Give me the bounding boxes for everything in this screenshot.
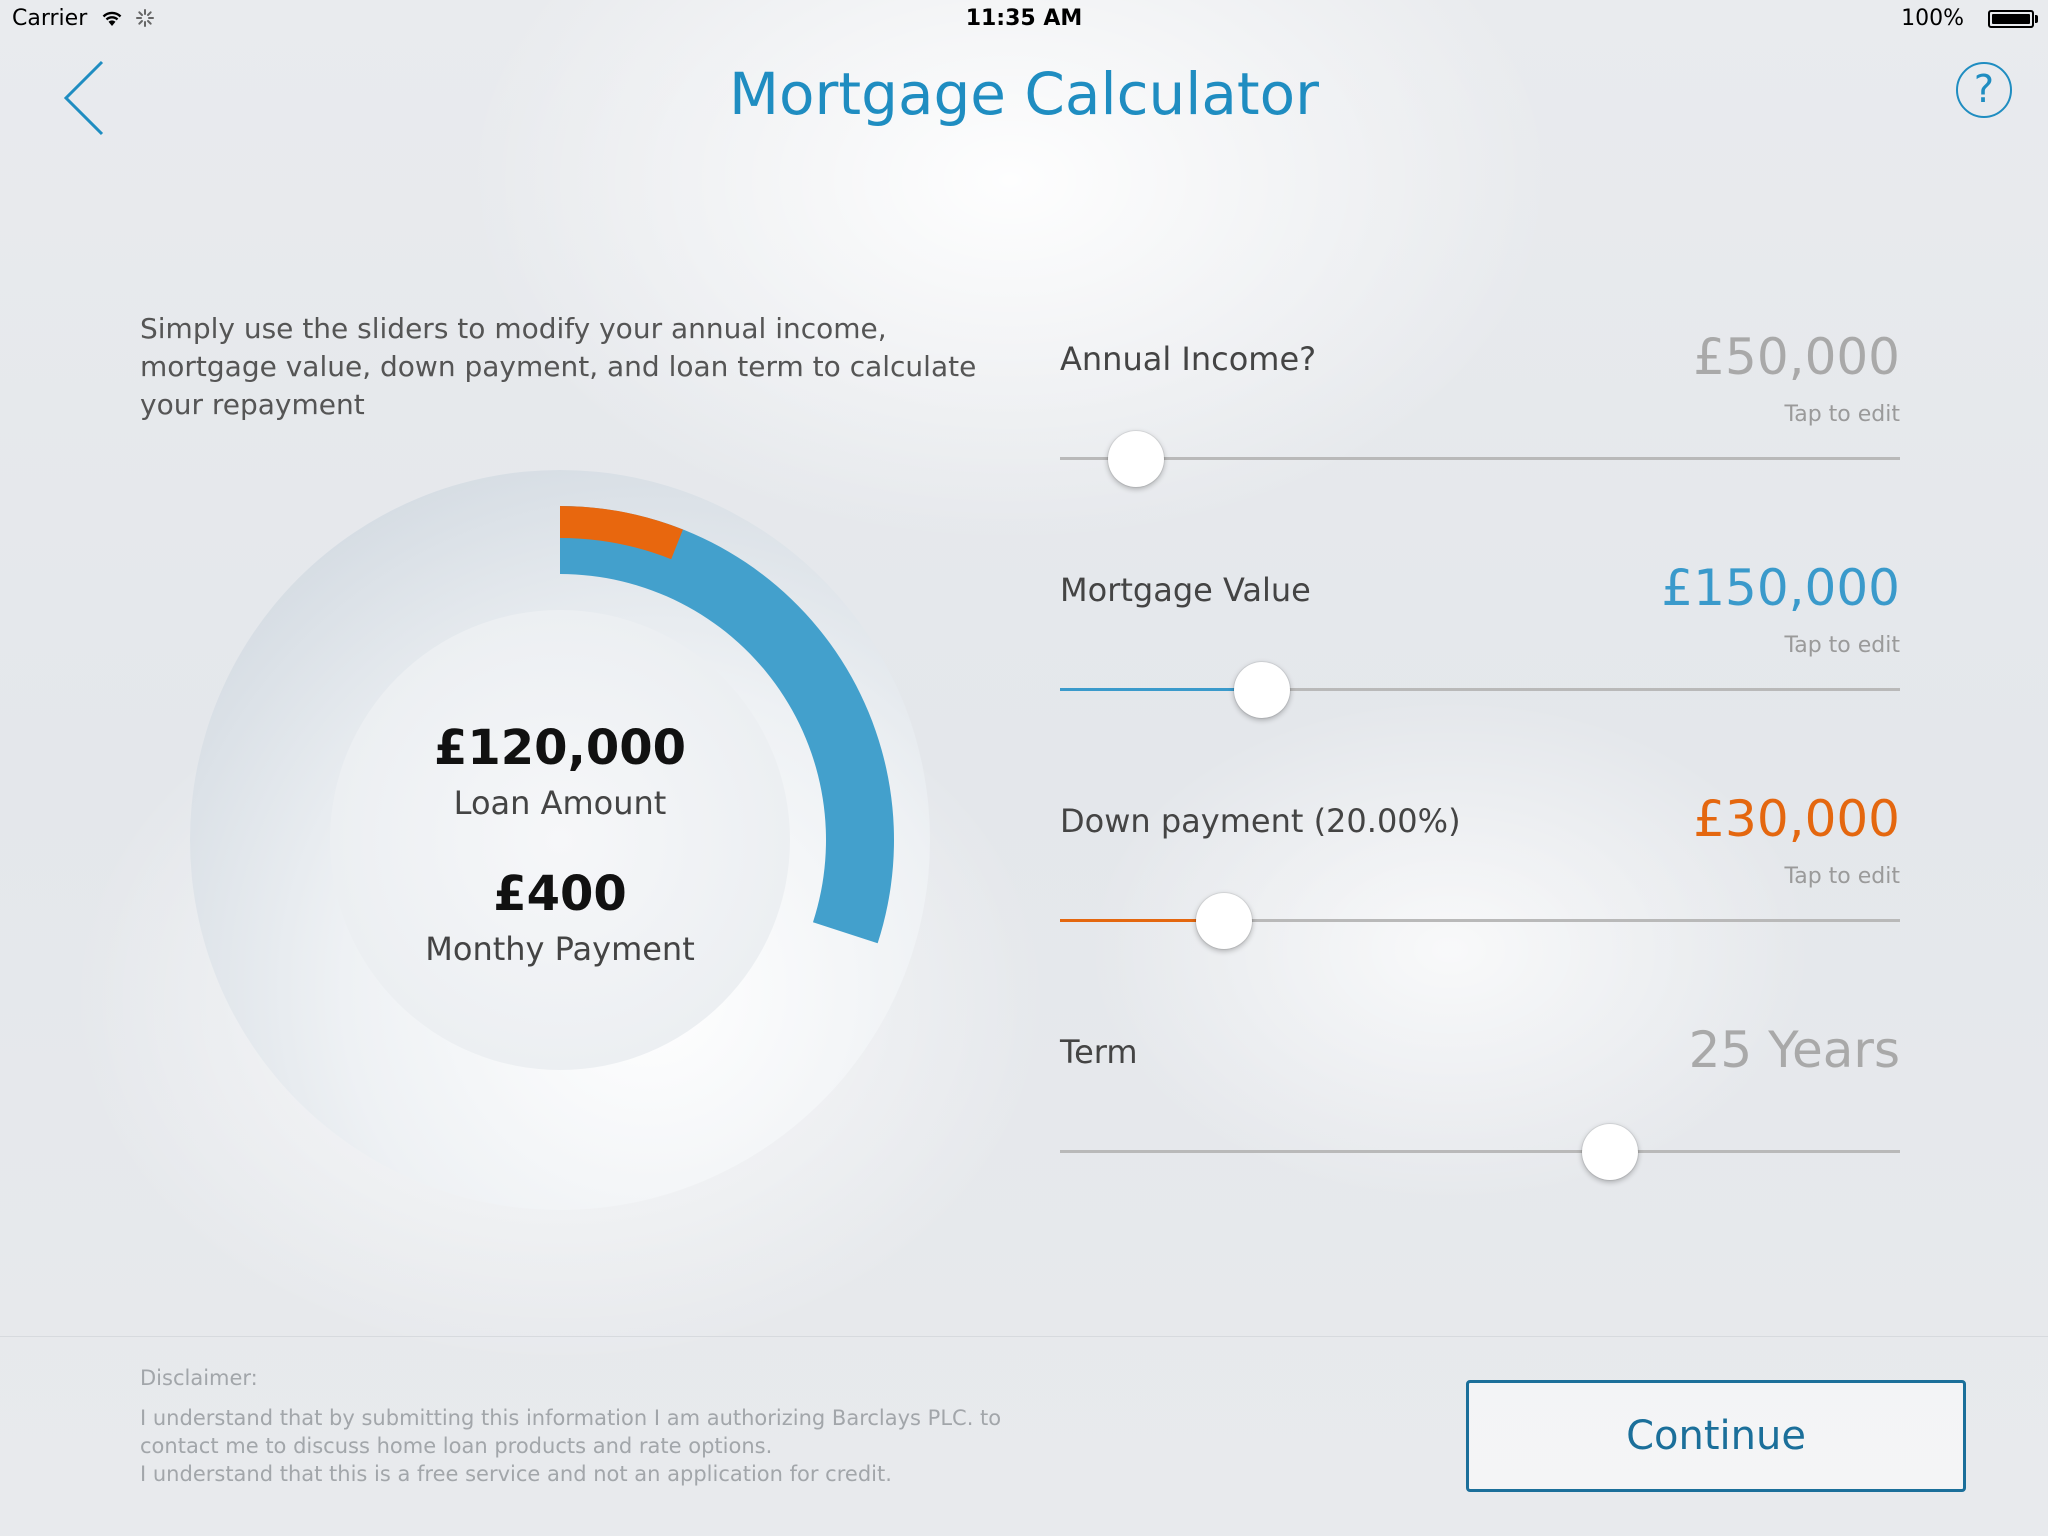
mortgage-value-label: Mortgage Value [1060,571,1311,609]
term-value[interactable]: 25 Years [1689,1021,1900,1079]
help-button[interactable]: ? [1956,62,2012,118]
annual-income-tap-to-edit[interactable]: Tap to edit [1784,402,1900,427]
battery-tip [2035,15,2038,23]
disclaimer-line: I understand that by submitting this inf… [140,1406,1002,1430]
battery-icon [1988,10,2034,28]
down-payment-value[interactable]: £30,000 [1693,790,1900,848]
disclaimer-line: contact me to discuss home loan products… [140,1434,773,1458]
annual-income-value[interactable]: £50,000 [1693,328,1900,386]
mortgage-value-slider-thumb[interactable] [1233,662,1290,718]
down-payment-slider-thumb[interactable] [1195,893,1252,949]
mortgage-value-tap-to-edit[interactable]: Tap to edit [1784,633,1900,658]
monthly-payment-value: £400 [493,866,627,922]
footer-divider [0,1336,2048,1337]
question-mark-icon: ? [1973,67,1995,111]
annual-income-track[interactable] [1060,457,1900,460]
down-payment-track[interactable] [1060,919,1900,922]
term-label: Term [1060,1033,1138,1071]
term-slider-thumb[interactable] [1582,1124,1639,1180]
mortgage-value-track[interactable] [1060,688,1900,691]
disclaimer-text: I understand that by submitting this inf… [140,1404,1040,1488]
intro-text: Simply use the sliders to modify your an… [140,312,977,421]
loan-amount-label: Loan Amount [453,784,667,822]
term-track[interactable] [1060,1150,1900,1153]
down-payment-label: Down payment (20.00%) [1060,802,1461,840]
annual-income-label: Annual Income? [1060,340,1317,378]
down-payment-tap-to-edit[interactable]: Tap to edit [1784,864,1900,889]
loan-amount-value: £120,000 [433,720,687,776]
continue-button[interactable]: Continue [1466,1380,1966,1492]
mortgage-value-value[interactable]: £150,000 [1661,559,1900,617]
status-time: 11:35 AM [965,6,1083,31]
mortgage-value-track-fill [1060,688,1262,691]
annual-income-slider-thumb[interactable] [1107,431,1164,487]
disclaimer-title: Disclaimer: [140,1366,258,1390]
monthly-payment-label: Monthy Payment [425,930,695,968]
disclaimer-line: I understand that this is a free service… [140,1462,892,1486]
donut-summary: £120,000 Loan Amount £400 Monthy Payment [330,610,790,1070]
battery-percent: 100% [1901,6,1964,31]
page-title: Mortgage Calculator [729,60,1319,128]
